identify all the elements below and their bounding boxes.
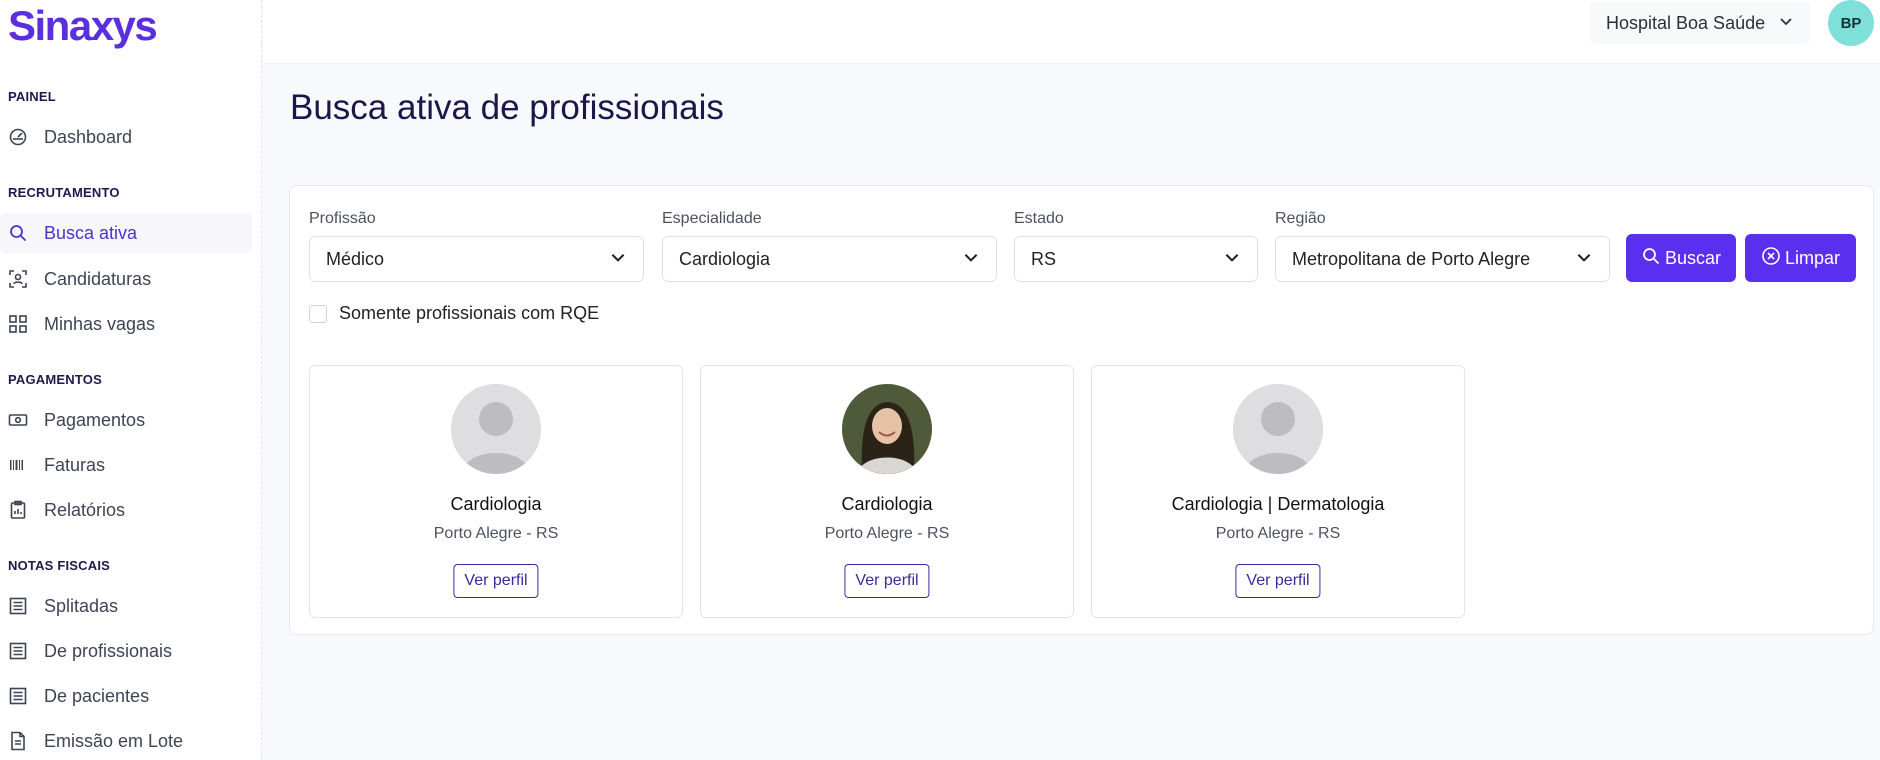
- sidebar-item-label: Faturas: [44, 454, 106, 475]
- page-title: Busca ativa de profissionais: [290, 88, 724, 127]
- professional-location: Porto Alegre - RS: [1215, 525, 1341, 542]
- logo[interactable]: Sinaxys: [8, 2, 158, 50]
- regiao-select[interactable]: Metropolitana de Porto Alegre: [1275, 236, 1610, 282]
- ver-perfil-button[interactable]: Ver perfil: [844, 564, 930, 598]
- professional-card: Cardiologia Porto Alegre - RS Ver perfil: [700, 365, 1074, 618]
- sidebar-item-label: De profissionais: [44, 640, 173, 661]
- sidebar-item-splitadas[interactable]: Splitadas: [0, 586, 252, 626]
- especialidade-value: Cardiologia: [679, 248, 771, 269]
- filter-card: Profissão Médico Especialidade Cardiolog…: [289, 185, 1874, 635]
- barcode-icon: [8, 455, 28, 475]
- especialidade-label: Especialidade: [662, 210, 762, 227]
- nav-section-notas-fiscais: NOTAS FISCAIS: [8, 558, 111, 573]
- nav-section-painel: PAINEL: [8, 89, 56, 104]
- rqe-label: Somente profissionais com RQE: [339, 303, 600, 323]
- hospital-select[interactable]: Hospital Boa Saúde: [1590, 2, 1810, 44]
- sidebar-item-dashboard[interactable]: Dashboard: [0, 117, 252, 157]
- chevron-down-icon: [1778, 13, 1794, 34]
- estado-select[interactable]: RS: [1014, 236, 1258, 282]
- clipboard-icon: [8, 500, 28, 520]
- sidebar-item-minhas-vagas[interactable]: Minhas vagas: [0, 304, 252, 344]
- rqe-filter[interactable]: Somente profissionais com RQE: [309, 303, 599, 324]
- profissao-select[interactable]: Médico: [309, 236, 644, 282]
- sidebar-item-label: Busca ativa: [44, 222, 138, 243]
- document-list-icon: [8, 641, 28, 661]
- sidebar: Sinaxys PAINEL Dashboard RECRUTAMENTO Bu…: [0, 0, 262, 760]
- money-icon: [8, 410, 28, 430]
- document-list-icon: [8, 686, 28, 706]
- regiao-value: Metropolitana de Porto Alegre: [1292, 248, 1531, 269]
- ver-perfil-button[interactable]: Ver perfil: [1235, 564, 1321, 598]
- professional-card: Cardiologia Porto Alegre - RS Ver perfil: [309, 365, 683, 618]
- sidebar-item-label: Splitadas: [44, 595, 119, 616]
- sidebar-item-label: Relatórios: [44, 499, 126, 520]
- professional-location: Porto Alegre - RS: [824, 525, 950, 542]
- clear-circle-icon: [1761, 246, 1781, 271]
- especialidade-select[interactable]: Cardiologia: [662, 236, 997, 282]
- grid-icon: [8, 314, 28, 334]
- avatar-photo: [842, 384, 932, 474]
- chevron-down-icon: [962, 248, 980, 271]
- sidebar-item-candidaturas[interactable]: Candidaturas: [0, 259, 252, 299]
- sidebar-item-de-profissionais[interactable]: De profissionais: [0, 631, 252, 671]
- user-placeholder-icon: [1233, 384, 1323, 474]
- chevron-down-icon: [609, 248, 627, 271]
- search-icon: [1641, 246, 1661, 271]
- sidebar-item-faturas[interactable]: Faturas: [0, 445, 252, 485]
- estado-label: Estado: [1014, 210, 1064, 227]
- user-scan-icon: [8, 269, 28, 289]
- user-placeholder-icon: [451, 384, 541, 474]
- avatar-placeholder: [1233, 384, 1323, 474]
- profissao-label: Profissão: [309, 210, 376, 227]
- estado-value: RS: [1031, 248, 1057, 269]
- professional-card: Cardiologia | Dermatologia Porto Alegre …: [1091, 365, 1465, 618]
- hospital-name: Hospital Boa Saúde: [1606, 12, 1766, 33]
- search-button[interactable]: Buscar: [1626, 234, 1736, 282]
- sidebar-item-emissao-em-lote[interactable]: Emissão em Lote: [0, 721, 252, 760]
- chevron-down-icon: [1575, 248, 1593, 271]
- sidebar-item-label: Dashboard: [44, 126, 133, 147]
- search-button-label: Buscar: [1664, 247, 1722, 268]
- sidebar-item-label: Emissão em Lote: [44, 730, 184, 751]
- professional-specialty: Cardiologia | Dermatologia: [1171, 494, 1385, 514]
- sidebar-item-pagamentos[interactable]: Pagamentos: [0, 400, 252, 440]
- sidebar-item-label: Pagamentos: [44, 409, 146, 430]
- dashboard-icon: [8, 127, 28, 147]
- chevron-down-icon: [1223, 248, 1241, 271]
- sidebar-item-label: Candidaturas: [44, 268, 152, 289]
- regiao-label: Região: [1275, 210, 1326, 227]
- professional-specialty: Cardiologia: [841, 494, 933, 514]
- ver-perfil-button[interactable]: Ver perfil: [453, 564, 539, 598]
- nav-section-pagamentos: PAGAMENTOS: [8, 372, 102, 387]
- topbar: Hospital Boa Saúde BP: [263, 0, 1880, 64]
- sidebar-item-de-pacientes[interactable]: De pacientes: [0, 676, 252, 716]
- rqe-checkbox[interactable]: [309, 304, 327, 323]
- nav-section-recrutamento: RECRUTAMENTO: [8, 185, 120, 200]
- avatar-placeholder: [451, 384, 541, 474]
- profissao-value: Médico: [326, 248, 385, 269]
- sidebar-item-label: Minhas vagas: [44, 313, 156, 334]
- profile-photo-icon: [842, 384, 932, 474]
- clear-button[interactable]: Limpar: [1745, 234, 1856, 282]
- professional-location: Porto Alegre - RS: [433, 525, 559, 542]
- document-list-icon: [8, 596, 28, 616]
- file-icon: [8, 731, 28, 751]
- sidebar-item-relatorios[interactable]: Relatórios: [0, 490, 252, 530]
- user-avatar[interactable]: BP: [1828, 0, 1874, 46]
- professional-specialty: Cardiologia: [450, 494, 542, 514]
- sidebar-item-label: De pacientes: [44, 685, 150, 706]
- search-icon: [8, 223, 28, 243]
- clear-button-label: Limpar: [1784, 247, 1841, 268]
- sidebar-item-busca-ativa[interactable]: Busca ativa: [0, 213, 252, 253]
